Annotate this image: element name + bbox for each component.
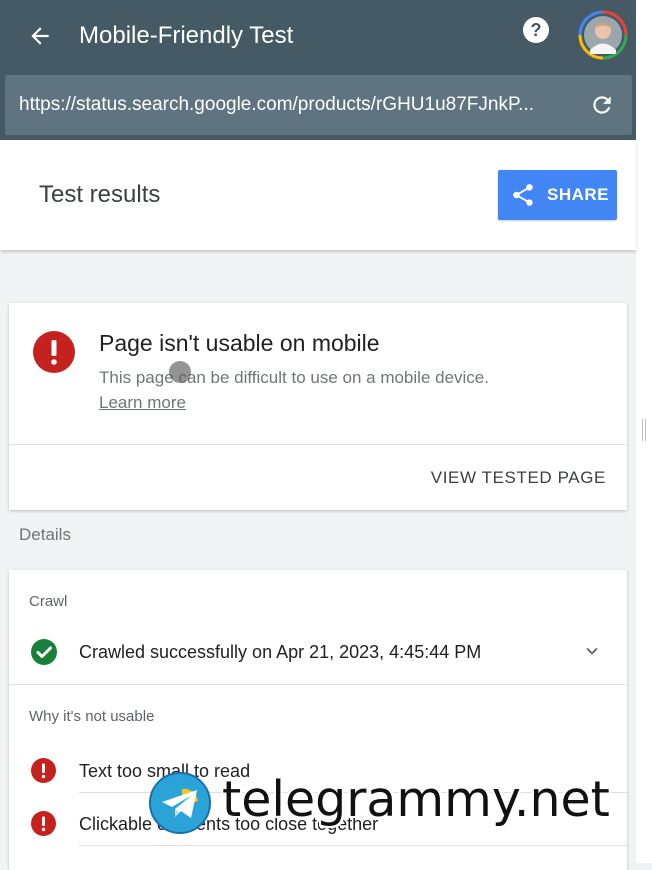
- telegram-logo-icon: [149, 772, 211, 834]
- app-title: Mobile-Friendly Test: [79, 22, 294, 49]
- avatar-icon: [578, 10, 628, 60]
- crawl-status-text: Crawled successfully on Apr 21, 2023, 4:…: [79, 642, 482, 662]
- verdict-heading: Page isn't usable on mobile: [99, 330, 380, 356]
- url-text[interactable]: https://status.search.google.com/product…: [19, 92, 574, 118]
- verdict-card: Page isn't usable on mobile This page ca…: [9, 303, 627, 510]
- view-tested-page-button[interactable]: VIEW TESTED PAGE: [431, 467, 606, 489]
- share-button[interactable]: SHARE: [498, 170, 617, 220]
- svg-text:?: ?: [531, 20, 542, 40]
- mouse-cursor-indicator: [169, 361, 191, 383]
- help-button[interactable]: ?: [522, 16, 550, 44]
- card-divider: [9, 444, 627, 445]
- share-icon: [510, 182, 536, 208]
- arrow-back-icon: [31, 27, 49, 45]
- results-header: Test results SHARE: [0, 140, 636, 250]
- back-button[interactable]: [22, 18, 58, 54]
- learn-more-link[interactable]: Learn more: [99, 392, 186, 414]
- share-label: SHARE: [547, 185, 610, 204]
- details-label: Details: [19, 525, 71, 544]
- error-icon: [33, 331, 75, 373]
- url-bar[interactable]: https://status.search.google.com/product…: [5, 75, 632, 135]
- resize-grip[interactable]: [642, 419, 646, 441]
- crawl-section-label: Crawl: [29, 593, 68, 610]
- check-circle-icon: [31, 639, 57, 665]
- verdict-description: This page can be difficult to use on a m…: [99, 368, 489, 387]
- error-icon: [31, 811, 56, 836]
- section-divider: [9, 684, 627, 685]
- chevron-down-icon[interactable]: [581, 640, 603, 662]
- issue-divider: [79, 845, 627, 846]
- error-icon: [31, 758, 56, 783]
- reload-icon: [593, 96, 611, 114]
- help-circle-icon: ?: [523, 17, 549, 43]
- reload-button[interactable]: [588, 91, 616, 119]
- results-title: Test results: [39, 181, 161, 208]
- why-section-label: Why it's not usable: [29, 708, 155, 725]
- app-bar: Mobile-Friendly Test ? https://status.se…: [0, 0, 636, 140]
- crawl-status-row[interactable]: Crawled successfully on Apr 21, 2023, 4:…: [9, 628, 627, 674]
- user-avatar[interactable]: [578, 10, 628, 60]
- watermark-text: telegrammy.net: [222, 771, 610, 828]
